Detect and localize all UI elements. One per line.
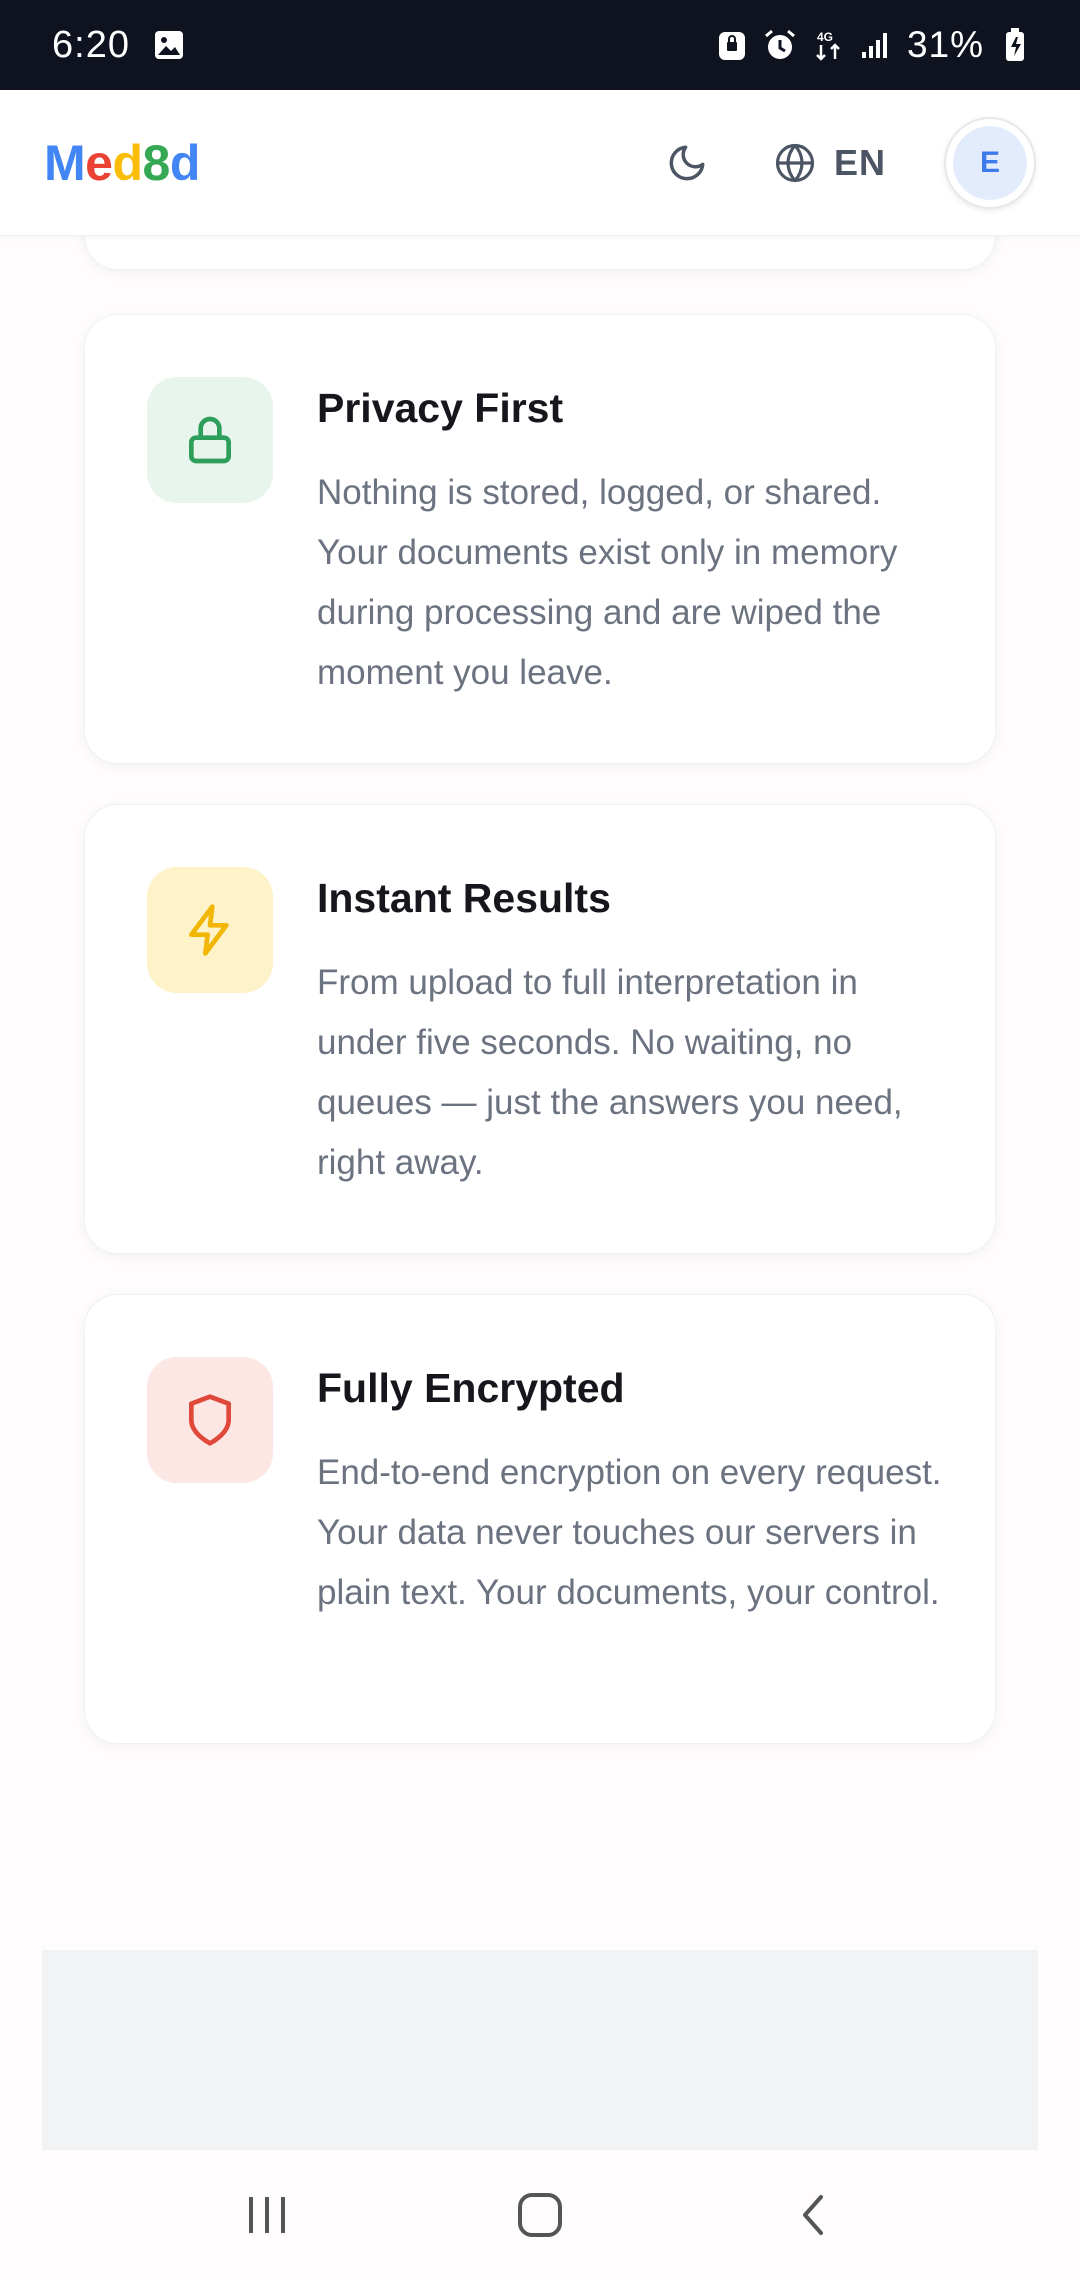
card-icon-box (147, 377, 273, 503)
card-description: Nothing is stored, logged, or shared. Yo… (317, 473, 898, 692)
alarm-icon (763, 28, 797, 62)
features-section: Privacy First Nothing is stored, logged,… (0, 236, 1080, 2150)
logo-letter: d (112, 134, 143, 191)
status-right: 4G 31% (715, 24, 1032, 66)
svg-text:4G: 4G (817, 30, 833, 44)
back-button[interactable] (763, 2175, 863, 2255)
moon-icon (669, 145, 705, 180)
card-title: Privacy First (317, 385, 564, 431)
logo-letter: e (85, 134, 113, 191)
feature-card-partial (84, 236, 996, 270)
logo-letter: 8 (142, 134, 171, 191)
back-icon (803, 2195, 824, 2235)
home-button[interactable] (490, 2175, 590, 2255)
card-description: From upload to full interpretation in un… (317, 963, 903, 1182)
logo-letter: d (169, 134, 201, 191)
battery-percent: 31% (906, 24, 984, 65)
app-logo[interactable]: Med8d (44, 134, 200, 192)
recent-apps-button[interactable] (217, 2175, 317, 2255)
language-selector[interactable]: EN (774, 142, 886, 184)
language-label: EN (833, 141, 886, 183)
feature-card-privacy: Privacy First Nothing is stored, logged,… (84, 314, 996, 764)
theme-toggle-button[interactable] (652, 128, 722, 198)
vpn-lock-icon (715, 28, 749, 62)
feature-card-encryption: Fully Encrypted End-to-end encryption on… (84, 1294, 996, 1744)
home-icon (517, 2193, 562, 2237)
lightning-icon (189, 904, 229, 956)
app-header: Med8d EN E (0, 90, 1080, 236)
gallery-icon (152, 28, 186, 62)
lock-icon (189, 416, 231, 464)
status-time: 6:20 (52, 23, 130, 66)
logo-letter: M (44, 134, 86, 191)
shield-icon (189, 1394, 232, 1446)
footer-placeholder (42, 1950, 1038, 2150)
header-actions: EN E (652, 116, 1036, 209)
status-bar: 6:20 4G 31% (0, 0, 1080, 90)
data-transfer-icon: 4G (811, 28, 845, 62)
avatar-initial: E (953, 125, 1027, 200)
card-icon-box (147, 867, 273, 993)
globe-icon (775, 143, 815, 182)
card-title: Fully Encrypted (317, 1365, 625, 1411)
status-left: 6:20 (52, 24, 186, 67)
battery-charging-icon (998, 28, 1032, 62)
signal-icon (859, 28, 893, 62)
card-icon-box (147, 1357, 273, 1483)
recent-apps-icon (248, 2197, 285, 2233)
card-description: End-to-end encryption on every request. … (317, 1453, 942, 1612)
system-nav-bar (0, 2150, 1080, 2280)
feature-card-speed: Instant Results From upload to full inte… (84, 804, 996, 1254)
user-avatar-button[interactable]: E (944, 116, 1036, 209)
card-title: Instant Results (317, 875, 611, 921)
